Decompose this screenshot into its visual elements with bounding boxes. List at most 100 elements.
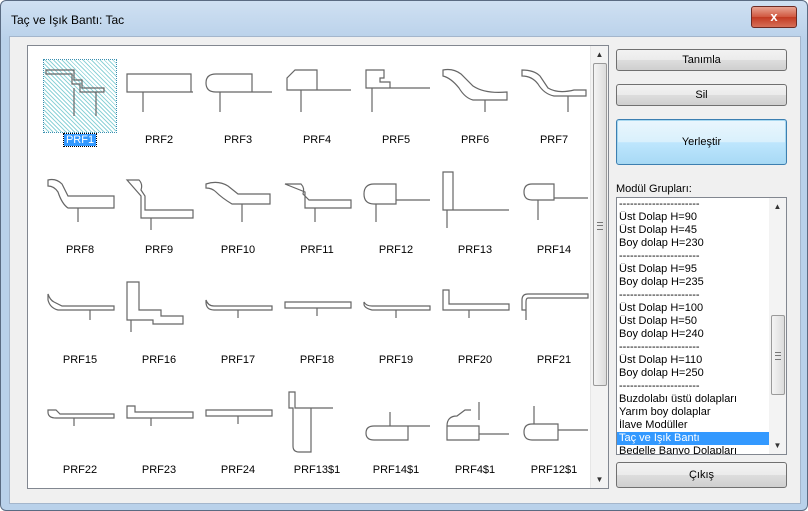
scroll-up-arrow-icon[interactable]: ▲ (591, 46, 608, 63)
profile-item[interactable]: PRF13 (435, 164, 513, 274)
profile-shape-icon[interactable] (202, 390, 274, 462)
profile-item[interactable]: PRF10 (198, 164, 276, 274)
module-group-item[interactable]: Boy dolap H=235 (617, 276, 770, 289)
profile-label[interactable]: PRF20 (435, 354, 515, 366)
define-button[interactable]: Tanımla (616, 49, 787, 71)
profile-item[interactable]: PRF3 (198, 54, 276, 164)
module-group-item[interactable]: Yarım boy dolaplar (617, 406, 770, 419)
profile-label[interactable]: PRF21 (514, 354, 594, 366)
profile-shape-icon[interactable] (123, 60, 195, 132)
profile-label[interactable]: PRF3 (198, 134, 278, 146)
profile-item[interactable]: PRF14$1 (356, 384, 434, 494)
module-group-item[interactable]: ---------------------- (617, 250, 770, 263)
module-group-item[interactable]: Buzdolabı üstü dolapları (617, 393, 770, 406)
profile-label[interactable]: PRF10 (198, 244, 278, 256)
module-group-item[interactable]: Taç ve Işık Bantı (617, 432, 770, 445)
profile-shape-icon[interactable] (360, 170, 432, 242)
profile-shape-icon[interactable] (439, 170, 511, 242)
profile-label[interactable]: PRF2 (119, 134, 199, 146)
module-groups-list[interactable]: ---------------------- Üst Dolap H=90 Üst … (616, 197, 787, 455)
list-scroll-up-icon[interactable]: ▲ (769, 198, 786, 215)
profile-item[interactable]: PRF13$1 (277, 384, 355, 494)
module-group-item[interactable]: İlave Modüller (617, 419, 770, 432)
profile-item[interactable]: PRF5 (356, 54, 434, 164)
profile-label[interactable]: PRF8 (40, 244, 120, 256)
module-group-item[interactable]: ---------------------- (617, 289, 770, 302)
profile-shape-icon[interactable] (281, 390, 353, 462)
profile-item[interactable]: PRF24 (198, 384, 276, 494)
profile-item[interactable]: PRF7 (514, 54, 592, 164)
title-bar[interactable]: Taç ve Işık Bantı: Tac x (1, 1, 807, 37)
profile-item[interactable]: PRF17 (198, 274, 276, 384)
place-button[interactable]: Yerleştir (616, 119, 787, 165)
module-group-item[interactable]: ---------------------- (617, 341, 770, 354)
profile-shape-icon[interactable] (281, 280, 353, 352)
profile-label[interactable]: PRF6 (435, 134, 515, 146)
profile-label[interactable]: PRF9 (119, 244, 199, 256)
profile-item[interactable]: PRF12 (356, 164, 434, 274)
module-group-item[interactable]: Boy dolap H=250 (617, 367, 770, 380)
profile-shape-icon[interactable] (202, 60, 274, 132)
list-scrollbar[interactable]: ▲ ▼ (769, 198, 786, 454)
profile-shape-icon[interactable] (44, 170, 116, 242)
profile-shape-icon[interactable] (202, 170, 274, 242)
profile-shape-icon[interactable] (518, 280, 590, 352)
profile-item[interactable]: PRF21 (514, 274, 592, 384)
profile-label[interactable]: PRF12 (356, 244, 436, 256)
profile-label[interactable]: PRF16 (119, 354, 199, 366)
module-group-item[interactable]: Üst Dolap H=95 (617, 263, 770, 276)
profile-shape-icon[interactable] (439, 280, 511, 352)
profile-shape-icon[interactable] (202, 280, 274, 352)
profile-label[interactable]: PRF17 (198, 354, 278, 366)
profile-item[interactable]: PRF18 (277, 274, 355, 384)
delete-button[interactable]: Sil (616, 84, 787, 106)
profile-item[interactable]: PRF6 (435, 54, 513, 164)
profile-label[interactable]: PRF19 (356, 354, 436, 366)
profile-label[interactable]: PRF4$1 (435, 464, 515, 476)
profile-item[interactable]: PRF19 (356, 274, 434, 384)
profile-label[interactable]: PRF1 (40, 133, 120, 147)
profile-label[interactable]: PRF22 (40, 464, 120, 476)
profile-label[interactable]: PRF13 (435, 244, 515, 256)
module-group-item[interactable]: Üst Dolap H=90 (617, 211, 770, 224)
list-scroll-thumb[interactable] (771, 315, 785, 395)
profile-label[interactable]: PRF14$1 (356, 464, 436, 476)
profile-item[interactable]: PRF12$1 (514, 384, 592, 494)
profile-shape-icon[interactable] (360, 280, 432, 352)
profile-label[interactable]: PRF18 (277, 354, 357, 366)
profile-shape-icon[interactable] (360, 390, 432, 462)
module-group-item[interactable]: Boy dolap H=230 (617, 237, 770, 250)
profile-shape-icon[interactable] (43, 59, 117, 133)
close-button[interactable]: x (751, 6, 797, 28)
profile-item[interactable]: PRF2 (119, 54, 197, 164)
profile-item[interactable]: PRF1 (40, 54, 118, 164)
exit-button[interactable]: Çıkış (616, 462, 787, 488)
profile-shape-icon[interactable] (518, 390, 590, 462)
profile-item[interactable]: PRF8 (40, 164, 118, 274)
profile-item[interactable]: PRF4 (277, 54, 355, 164)
profile-shape-icon[interactable] (281, 170, 353, 242)
profile-shape-icon[interactable] (44, 280, 116, 352)
profile-label[interactable]: PRF24 (198, 464, 278, 476)
module-group-item[interactable]: ---------------------- (617, 380, 770, 393)
scroll-down-arrow-icon[interactable]: ▼ (591, 471, 608, 488)
profile-shape-icon[interactable] (360, 60, 432, 132)
profile-shape-icon[interactable] (123, 280, 195, 352)
profile-label[interactable]: PRF23 (119, 464, 199, 476)
profile-item[interactable]: PRF14 (514, 164, 592, 274)
module-group-item[interactable]: Üst Dolap H=45 (617, 224, 770, 237)
profile-label[interactable]: PRF12$1 (514, 464, 594, 476)
profile-item[interactable]: PRF16 (119, 274, 197, 384)
profile-shape-icon[interactable] (518, 170, 590, 242)
profile-label[interactable]: PRF7 (514, 134, 594, 146)
profile-label[interactable]: PRF14 (514, 244, 594, 256)
profile-shape-icon[interactable] (439, 60, 511, 132)
profile-shape-icon[interactable] (123, 170, 195, 242)
module-group-item[interactable]: Üst Dolap H=100 (617, 302, 770, 315)
module-group-item[interactable]: Üst Dolap H=110 (617, 354, 770, 367)
list-scroll-down-icon[interactable]: ▼ (769, 437, 786, 454)
profile-shape-icon[interactable] (281, 60, 353, 132)
module-group-item[interactable]: Üst Dolap H=50 (617, 315, 770, 328)
gallery-scroll-thumb[interactable] (593, 63, 607, 386)
profile-shape-icon[interactable] (44, 390, 116, 462)
